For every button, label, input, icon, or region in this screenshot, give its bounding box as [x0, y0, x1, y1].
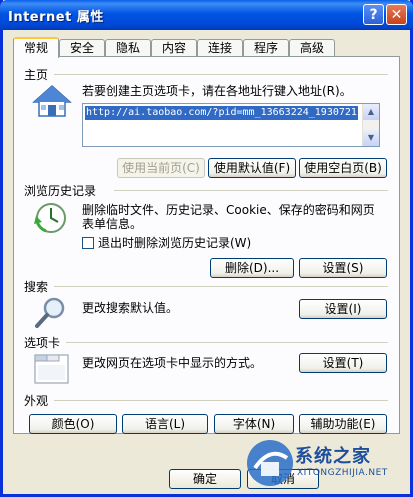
use-default-button[interactable]: 使用默认值(F) [208, 158, 296, 178]
watermark-logo-icon [247, 440, 293, 486]
history-desc-line2: 表单信息。 [82, 217, 143, 231]
delete-history-button[interactable]: 删除(D)... [210, 258, 294, 278]
ok-button[interactable]: 确定 [169, 469, 241, 489]
search-settings-button[interactable]: 设置(I) [299, 299, 387, 319]
languages-button[interactable]: 语言(L) [122, 414, 208, 434]
tab-programs[interactable]: 程序 [243, 39, 289, 57]
accessibility-button[interactable]: 辅助功能(E) [299, 414, 387, 434]
close-button[interactable]: ✕ [386, 4, 407, 25]
tabs-desc: 更改网页在选项卡中显示的方式。 [82, 356, 263, 370]
tabs-window-icon [34, 354, 69, 384]
close-icon: ✕ [390, 6, 403, 23]
tab-advanced[interactable]: 高级 [289, 39, 335, 57]
internet-options-dialog: Internet 属性 ? ✕ 常规 安全 隐私 内容 连接 程序 高级 主页 … [0, 0, 413, 497]
title-bar[interactable]: Internet 属性 ? ✕ [0, 0, 413, 30]
watermark: 系统之家 XITONGZHIJIA.NET [245, 432, 410, 494]
general-tab-panel: 主页 若要创建主页选项卡，请在各地址行键入地址(R)。 http://ai.ta… [13, 56, 400, 434]
magnifier-icon [35, 297, 65, 328]
history-group-label: 浏览历史记录 [24, 182, 100, 199]
tab-connections[interactable]: 连接 [197, 39, 243, 57]
history-group-line [114, 190, 388, 191]
homepage-instruction: 若要创建主页选项卡，请在各地址行键入地址(R)。 [82, 84, 352, 98]
tabs-group-line [66, 342, 388, 343]
history-clock-icon [34, 203, 66, 233]
search-group-line [54, 286, 388, 287]
homepage-group-line [54, 74, 388, 75]
tabs-group-label: 选项卡 [24, 334, 64, 351]
appearance-group-line [54, 400, 388, 401]
help-icon: ? [369, 6, 378, 23]
watermark-title: 系统之家 [295, 446, 371, 467]
search-group-label: 搜索 [24, 278, 52, 295]
homepage-url-text: http://ai.taobao.com/?pid=mm_13663224_19… [85, 106, 358, 120]
use-current-button[interactable]: 使用当前页(C) [117, 158, 205, 178]
delete-on-exit-checkbox[interactable] [82, 237, 94, 249]
colors-button[interactable]: 颜色(O) [29, 414, 117, 434]
tabs-settings-button[interactable]: 设置(T) [299, 353, 387, 373]
appearance-group-label: 外观 [24, 392, 52, 409]
delete-on-exit-label[interactable]: 退出时删除浏览历史记录(W) [98, 236, 251, 251]
tab-general[interactable]: 常规 [13, 37, 59, 58]
help-button[interactable]: ? [363, 4, 384, 25]
homepage-url-input[interactable]: http://ai.taobao.com/?pid=mm_13663224_19… [82, 103, 380, 147]
watermark-url: XITONGZHIJIA.NET [297, 468, 388, 478]
scroll-up-icon[interactable]: ▲ [363, 104, 379, 120]
homepage-url-scrollbar[interactable]: ▲ ▼ [362, 104, 379, 146]
homepage-group-label: 主页 [24, 66, 52, 83]
use-blank-button[interactable]: 使用空白页(B) [299, 158, 387, 178]
search-desc: 更改搜索默认值。 [82, 301, 179, 315]
history-desc-line1: 删除临时文件、历史记录、Cookie、保存的密码和网页 [82, 203, 375, 217]
tab-content[interactable]: 内容 [151, 39, 197, 57]
history-settings-button[interactable]: 设置(S) [299, 258, 387, 278]
fonts-button[interactable]: 字体(N) [214, 414, 294, 434]
tab-privacy[interactable]: 隐私 [105, 39, 151, 57]
window-title: Internet 属性 [8, 10, 104, 25]
scroll-down-icon[interactable]: ▼ [363, 130, 379, 146]
house-icon [32, 84, 72, 117]
tab-security[interactable]: 安全 [59, 39, 105, 57]
